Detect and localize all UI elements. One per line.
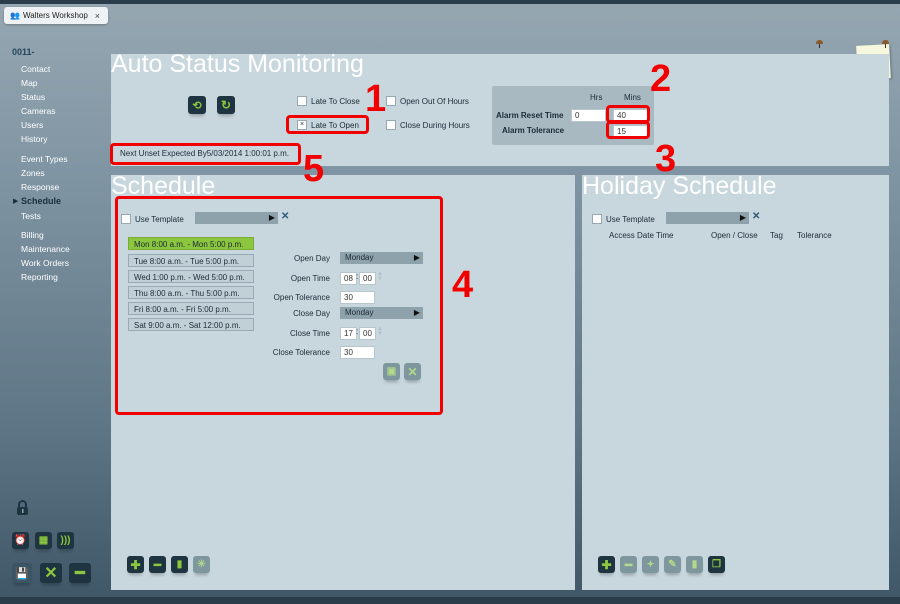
pin-stem bbox=[819, 44, 820, 48]
copy-icon: ❐ bbox=[712, 559, 721, 570]
save-button[interactable]: 💾 bbox=[12, 563, 32, 583]
checkbox-label: Close During Hours bbox=[400, 120, 470, 130]
checkbox-label: Use Template bbox=[606, 214, 655, 224]
account-number: 0011- bbox=[12, 47, 35, 57]
column-header[interactable]: Tag bbox=[770, 231, 783, 240]
annotation-box-3 bbox=[606, 121, 650, 139]
edit-holiday-button[interactable]: ✎ bbox=[664, 556, 681, 573]
x-icon: ✕ bbox=[44, 565, 58, 582]
delete-slot-button[interactable]: ▮ bbox=[171, 556, 188, 573]
holiday-template-dropdown[interactable]: ▶ bbox=[666, 212, 749, 224]
checkbox-label: Late To Close bbox=[311, 96, 360, 106]
copy-holiday-button[interactable]: ❐ bbox=[708, 556, 725, 573]
annotation-number-5: 5 bbox=[303, 148, 325, 190]
tab-title: Walters Workshop bbox=[22, 11, 88, 20]
history-add-icon: ⟲ bbox=[192, 99, 202, 112]
auto-status-title: Auto Status Monitoring bbox=[111, 50, 364, 78]
open-out-of-hours-checkbox[interactable]: Open Out Of Hours bbox=[386, 96, 469, 106]
checkbox-box[interactable] bbox=[592, 214, 602, 224]
remove-button[interactable]: ━ bbox=[69, 563, 91, 583]
holiday-title: Holiday Schedule bbox=[582, 172, 777, 200]
caret-right-icon: ▶ bbox=[739, 213, 746, 222]
cancel-button[interactable]: ✕ bbox=[40, 563, 62, 583]
alarm-tolerance-label: Alarm Tolerance bbox=[502, 126, 565, 135]
nav-item-users[interactable]: Users bbox=[21, 120, 43, 130]
signal-button[interactable]: ))) bbox=[57, 532, 74, 549]
annotation-box-4 bbox=[115, 196, 443, 415]
checkbox-box[interactable] bbox=[297, 96, 307, 106]
plus-icon: ✚ bbox=[130, 557, 141, 572]
alarm-reset-time-label: Alarm Reset Time bbox=[496, 111, 564, 120]
column-header[interactable]: Tolerance bbox=[797, 231, 832, 240]
undo-icon: ↻ bbox=[220, 98, 232, 112]
alarm-clock-icon: ⏰ bbox=[14, 535, 27, 546]
annotation-number-3: 3 bbox=[655, 138, 677, 180]
plus-icon: ✚ bbox=[601, 557, 612, 572]
add-holiday-button[interactable]: ✚ bbox=[598, 556, 615, 573]
checkbox-box[interactable] bbox=[386, 120, 396, 130]
trash-icon: ▮ bbox=[176, 559, 183, 570]
refresh-add-button[interactable]: ⟲ bbox=[188, 96, 206, 114]
generate-holiday-button[interactable]: ✦ bbox=[642, 556, 659, 573]
mins-header: Mins bbox=[624, 93, 641, 102]
add-slot-button[interactable]: ✚ bbox=[127, 556, 144, 573]
annotation-box-5 bbox=[110, 143, 301, 165]
delete-holiday-button[interactable]: ▮ bbox=[686, 556, 703, 573]
grid-icon: ▦ bbox=[38, 535, 49, 546]
nav-item-tests[interactable]: Tests bbox=[21, 211, 41, 221]
bottom-bar bbox=[0, 597, 900, 604]
signal-icon: ))) bbox=[60, 535, 71, 546]
annotation-number-2: 2 bbox=[650, 58, 672, 100]
hrs-header: Hrs bbox=[590, 93, 603, 102]
minus-icon: ━ bbox=[75, 565, 85, 582]
close-during-hours-checkbox[interactable]: Close During Hours bbox=[386, 120, 470, 130]
top-bar bbox=[0, 0, 900, 4]
sparkle-icon: ✳ bbox=[197, 559, 206, 570]
nav-item-status[interactable]: Status bbox=[21, 92, 45, 102]
remove-slot-button[interactable]: ━ bbox=[149, 556, 166, 573]
nav-item-response[interactable]: Response bbox=[21, 182, 59, 192]
column-header[interactable]: Open / Close bbox=[711, 231, 758, 240]
nav-item-reporting[interactable]: Reporting bbox=[21, 272, 58, 282]
nav-item-billing[interactable]: Billing bbox=[21, 230, 44, 240]
users-icon: 👥 bbox=[10, 11, 20, 20]
column-header[interactable]: Access Date Time bbox=[609, 231, 673, 240]
grid-button[interactable]: ▦ bbox=[35, 532, 52, 549]
nav-item-contact[interactable]: Contact bbox=[21, 64, 50, 74]
holiday-use-template-checkbox[interactable]: Use Template bbox=[592, 214, 655, 224]
nav-item-history[interactable]: History bbox=[21, 134, 47, 144]
minus-icon: ━ bbox=[624, 557, 633, 572]
nav-item-maintenance[interactable]: Maintenance bbox=[21, 244, 70, 254]
annotation-number-4: 4 bbox=[452, 264, 474, 306]
active-arrow-icon: ▶ bbox=[13, 198, 19, 205]
clear-slots-button[interactable]: ✳ bbox=[193, 556, 210, 573]
sparkle-icon: ✦ bbox=[646, 559, 655, 569]
pin-stem bbox=[885, 44, 886, 48]
nav-item-work-orders[interactable]: Work Orders bbox=[21, 258, 69, 268]
late-to-close-checkbox[interactable]: Late To Close bbox=[297, 96, 360, 106]
trash-icon: ▮ bbox=[691, 559, 698, 570]
save-icon: 💾 bbox=[15, 567, 29, 580]
checkbox-label: Open Out Of Hours bbox=[400, 96, 469, 106]
alarm-reset-hrs-input[interactable]: 0 bbox=[571, 109, 606, 122]
alarm-clock-button[interactable]: ⏰ bbox=[12, 532, 29, 549]
workspace-tab[interactable]: 👥 Walters Workshop × bbox=[4, 7, 108, 24]
annotation-box-1 bbox=[286, 115, 369, 134]
nav-item-map[interactable]: Map bbox=[21, 78, 38, 88]
nav-item-event-types[interactable]: Event Types bbox=[21, 154, 68, 164]
nav-item-schedule[interactable]: Schedule bbox=[21, 196, 61, 206]
pencil-icon: ✎ bbox=[668, 559, 677, 570]
minus-icon: ━ bbox=[153, 557, 162, 572]
lock-icon[interactable] bbox=[16, 500, 29, 515]
reset-button[interactable]: ↻ bbox=[217, 96, 235, 114]
annotation-number-1: 1 bbox=[365, 78, 387, 120]
remove-holiday-button[interactable]: ━ bbox=[620, 556, 637, 573]
clear-template-icon[interactable]: ✕ bbox=[752, 211, 760, 222]
checkbox-box[interactable] bbox=[386, 96, 396, 106]
nav-item-cameras[interactable]: Cameras bbox=[21, 106, 55, 116]
close-icon[interactable]: × bbox=[95, 11, 100, 21]
nav-item-zones[interactable]: Zones bbox=[21, 168, 45, 178]
